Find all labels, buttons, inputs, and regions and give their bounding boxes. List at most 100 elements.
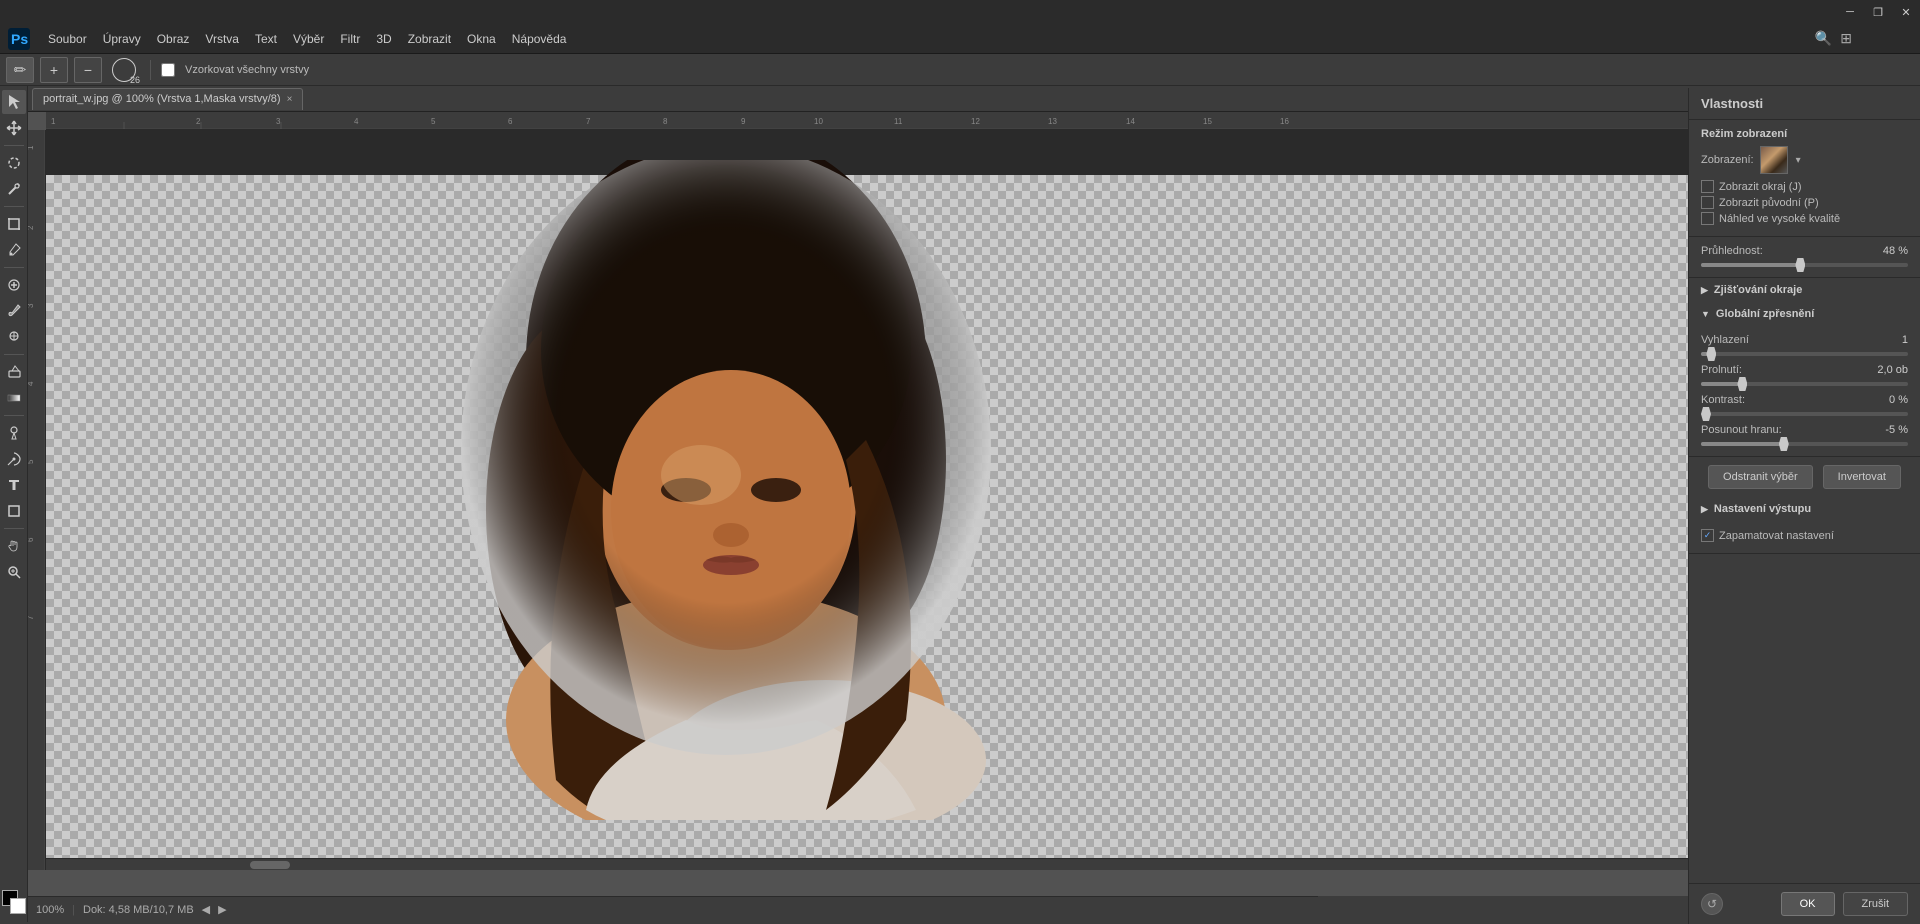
tool-brush[interactable] (2, 299, 26, 323)
status-sep-1: | (72, 904, 75, 916)
tool-dodge[interactable] (2, 421, 26, 445)
display-thumbnail[interactable] (1760, 146, 1788, 174)
tool-selection[interactable] (2, 90, 26, 114)
foreground-color[interactable] (2, 890, 26, 914)
zoom-level: 100% (36, 904, 64, 916)
checkbox-okraj-label: Zobrazit okraj (J) (1719, 181, 1802, 193)
prolnuti-label: Prolnutí: (1701, 364, 1742, 376)
kontrast-row: Kontrast: 0 % (1701, 394, 1908, 406)
tool-eraser[interactable] (2, 360, 26, 384)
nastaveni-toggle[interactable]: ▶ Nastavení výstupu (1689, 497, 1920, 521)
menu-filtr[interactable]: Filtr (332, 28, 368, 50)
svg-text:4: 4 (28, 381, 35, 386)
svg-text:7: 7 (586, 117, 591, 126)
menu-upravy[interactable]: Úpravy (95, 28, 149, 50)
tool-clone[interactable] (2, 325, 26, 349)
globalni-content: Vyhlazení 1 Prolnutí: 2,0 ob (1689, 326, 1920, 457)
restore-button[interactable]: ❐ (1864, 0, 1892, 24)
zjistovani-label: Zjišťování okraje (1714, 284, 1802, 296)
svg-text:14: 14 (1126, 117, 1135, 126)
menu-napoveda[interactable]: Nápověda (504, 28, 575, 50)
canvas-column: portrait_w.jpg @ 100% (Vrstva 1,Maska vr… (28, 86, 1920, 922)
brush-size-control[interactable]: 26 (108, 57, 140, 83)
tool-separator-1 (4, 145, 24, 146)
zjistovani-toggle[interactable]: ▶ Zjišťování okraje (1689, 278, 1920, 302)
posunout-value: -5 % (1868, 424, 1908, 436)
tool-move[interactable] (2, 116, 26, 140)
tab-portrait[interactable]: portrait_w.jpg @ 100% (Vrstva 1,Maska vr… (32, 88, 303, 110)
menu-okna[interactable]: Okna (459, 28, 504, 50)
posunout-label: Posunout hranu: (1701, 424, 1782, 436)
tab-close-btn[interactable]: × (287, 94, 293, 105)
tool-hand[interactable] (2, 534, 26, 558)
globalni-toggle[interactable]: ▼ Globální zpřesnění (1689, 302, 1920, 326)
tool-zoom[interactable] (2, 560, 26, 584)
svg-text:Ps: Ps (11, 31, 28, 47)
left-toolbar (0, 86, 28, 922)
odstranit-btn[interactable]: Odstranit výběr (1708, 465, 1813, 489)
globalni-arrow: ▼ (1701, 309, 1710, 319)
menu-text[interactable]: Text (247, 28, 285, 50)
invertovat-btn[interactable]: Invertovat (1823, 465, 1901, 489)
tool-eyedropper[interactable] (2, 238, 26, 262)
tool-pen[interactable] (2, 447, 26, 471)
pruhlednost-slider[interactable] (1701, 263, 1908, 267)
reset-btn[interactable]: ↺ (1701, 893, 1723, 915)
tool-magic-wand[interactable] (2, 177, 26, 201)
thumbnail-dropdown-btn[interactable]: ▾ (1794, 153, 1803, 168)
menu-zobrazit[interactable]: Zobrazit (400, 28, 459, 50)
tool-healing[interactable] (2, 273, 26, 297)
tab-title: portrait_w.jpg @ 100% (Vrstva 1,Maska vr… (43, 93, 281, 105)
svg-text:3: 3 (28, 303, 35, 308)
checkbox-puvodni[interactable] (1701, 196, 1714, 209)
svg-text:6: 6 (28, 537, 35, 542)
checkbox-okraj[interactable] (1701, 180, 1714, 193)
h-scrollbar[interactable] (46, 858, 1920, 870)
svg-text:2: 2 (28, 225, 35, 230)
tool-shape[interactable] (2, 499, 26, 523)
prolnuti-value: 2,0 ob (1868, 364, 1908, 376)
zapamatovat-row: Zapamatovat nastavení (1701, 529, 1908, 542)
sample-all-checkbox[interactable] (161, 63, 175, 77)
kontrast-slider[interactable] (1701, 412, 1908, 416)
svg-text:2: 2 (196, 117, 201, 126)
minimize-button[interactable]: ─ (1836, 0, 1864, 24)
checkbox-nahled-label: Náhled ve vysoké kvalitě (1719, 213, 1840, 225)
kontrast-label: Kontrast: (1701, 394, 1745, 406)
menu-vrstva[interactable]: Vrstva (197, 28, 247, 50)
close-button[interactable]: ✕ (1892, 0, 1920, 24)
brush-tool-btn[interactable]: ✏ (6, 57, 34, 83)
menu-soubor[interactable]: Soubor (40, 28, 95, 50)
window-title-bar: ─ ❐ ✕ (0, 0, 1920, 24)
ok-button[interactable]: OK (1781, 892, 1835, 916)
nav-next-btn[interactable]: ▶ (218, 903, 226, 916)
tool-separator-5 (4, 415, 24, 416)
subtract-tool-btn[interactable]: − (74, 57, 102, 83)
tool-gradient[interactable] (2, 386, 26, 410)
checkbox-okraj-row: Zobrazit okraj (J) (1701, 180, 1908, 193)
svg-text:5: 5 (431, 117, 436, 126)
menu-vyber[interactable]: Výběr (285, 28, 332, 50)
ok-cancel-group: OK Zrušit (1781, 892, 1908, 916)
tool-separator-3 (4, 267, 24, 268)
search-icon[interactable]: 🔍 (1815, 30, 1832, 47)
menu-3d[interactable]: 3D (368, 28, 399, 50)
tool-separator-6 (4, 528, 24, 529)
menu-obraz[interactable]: Obraz (149, 28, 198, 50)
arrange-icon[interactable]: ⊞ (1840, 30, 1852, 47)
zapamatovat-checkbox[interactable] (1701, 529, 1714, 542)
posunout-slider[interactable] (1701, 442, 1908, 446)
zjistovani-arrow: ▶ (1701, 285, 1708, 296)
menubar: Ps Soubor Úpravy Obraz Vrstva Text Výběr… (0, 24, 1920, 54)
action-buttons: Odstranit výběr Invertovat (1689, 457, 1920, 497)
prolnuti-slider[interactable] (1701, 382, 1908, 386)
tool-text[interactable] (2, 473, 26, 497)
tool-lasso[interactable] (2, 151, 26, 175)
add-tool-btn[interactable]: + (40, 57, 68, 83)
vyhlazeni-slider[interactable] (1701, 352, 1908, 356)
tool-separator-2 (4, 206, 24, 207)
cancel-button[interactable]: Zrušit (1843, 892, 1909, 916)
checkbox-nahled[interactable] (1701, 212, 1714, 225)
tool-crop[interactable] (2, 212, 26, 236)
nav-prev-btn[interactable]: ◀ (202, 903, 210, 916)
